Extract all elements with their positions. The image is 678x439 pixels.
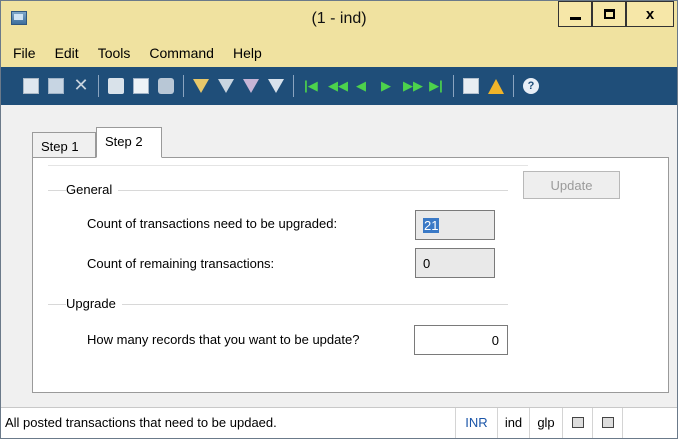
- database-icon-glyph: [601, 417, 614, 428]
- records-input[interactable]: 0: [414, 325, 508, 355]
- maximize-icon: [603, 9, 615, 19]
- status-company[interactable]: ind: [498, 408, 530, 438]
- update-button[interactable]: Update: [523, 171, 620, 199]
- next-record-icon[interactable]: ▶: [378, 78, 394, 94]
- tab-step-1[interactable]: Step 1: [32, 132, 96, 157]
- divider: [48, 165, 528, 166]
- status-bar: All posted transactions that need to be …: [1, 407, 677, 438]
- minimize-icon: [569, 16, 581, 20]
- menu-tools[interactable]: Tools: [98, 45, 131, 61]
- toolbar-separator: [293, 75, 294, 97]
- status-currency[interactable]: INR: [456, 408, 498, 438]
- count-upgraded-field[interactable]: 21: [415, 210, 495, 240]
- session-icon-glyph: [571, 417, 584, 428]
- menu-edit[interactable]: Edit: [55, 45, 79, 61]
- minimize-button[interactable]: [558, 1, 592, 27]
- previous-page-icon[interactable]: ◀◀: [328, 78, 348, 94]
- save-icon[interactable]: [48, 78, 64, 94]
- attachments-icon[interactable]: [463, 78, 479, 94]
- tab-step-2[interactable]: Step 2: [96, 127, 162, 158]
- first-record-icon[interactable]: |◀: [303, 78, 319, 94]
- remove-filter-icon[interactable]: [268, 79, 284, 93]
- delete-icon[interactable]: ✕: [73, 76, 89, 94]
- menu-help[interactable]: Help: [233, 45, 262, 61]
- close-icon: x: [645, 5, 655, 23]
- last-record-icon[interactable]: ▶|: [428, 78, 444, 94]
- menu-file[interactable]: File: [13, 45, 36, 61]
- filter-icon[interactable]: [218, 79, 234, 93]
- menu-command[interactable]: Command: [149, 45, 214, 61]
- toolbar-separator: [98, 75, 99, 97]
- toolbar-separator: [513, 75, 514, 97]
- upgrade-group-label: Upgrade: [66, 296, 122, 311]
- new-record-icon[interactable]: [23, 78, 39, 94]
- status-layer[interactable]: glp: [530, 408, 563, 438]
- count-remaining-field[interactable]: 0: [415, 248, 495, 278]
- alert-icon[interactable]: [488, 78, 504, 94]
- database-icon[interactable]: [593, 408, 623, 438]
- session-icon[interactable]: [563, 408, 593, 438]
- count-upgraded-value: 21: [423, 218, 440, 233]
- print-icon[interactable]: [108, 78, 124, 94]
- export-icon[interactable]: [158, 78, 174, 94]
- main-window: (1 - ind) x File Edit Tools Command Help…: [0, 0, 678, 439]
- print-preview-icon[interactable]: [133, 78, 149, 94]
- count-remaining-label: Count of remaining transactions:: [87, 256, 275, 271]
- toolbar-separator: [453, 75, 454, 97]
- help-icon[interactable]: ?: [523, 78, 539, 94]
- general-group-label: General: [66, 182, 119, 197]
- records-label: How many records that you want to be upd…: [87, 332, 360, 347]
- menu-bar: File Edit Tools Command Help: [1, 38, 677, 67]
- toolbar: ✕ |◀ ◀◀ ◀ ▶ ▶▶ ▶| ?: [1, 67, 677, 105]
- next-page-icon[interactable]: ▶▶: [403, 78, 423, 94]
- toolbar-separator: [183, 75, 184, 97]
- maximize-button[interactable]: [592, 1, 626, 27]
- status-message: All posted transactions that need to be …: [1, 408, 456, 438]
- advanced-filter-icon[interactable]: [243, 79, 259, 93]
- count-upgraded-label: Count of transactions need to be upgrade…: [87, 216, 338, 231]
- previous-record-icon[interactable]: ◀: [353, 78, 369, 94]
- filter-by-selection-icon[interactable]: [193, 79, 209, 93]
- close-button[interactable]: x: [626, 1, 674, 27]
- title-bar[interactable]: (1 - ind) x: [1, 1, 677, 38]
